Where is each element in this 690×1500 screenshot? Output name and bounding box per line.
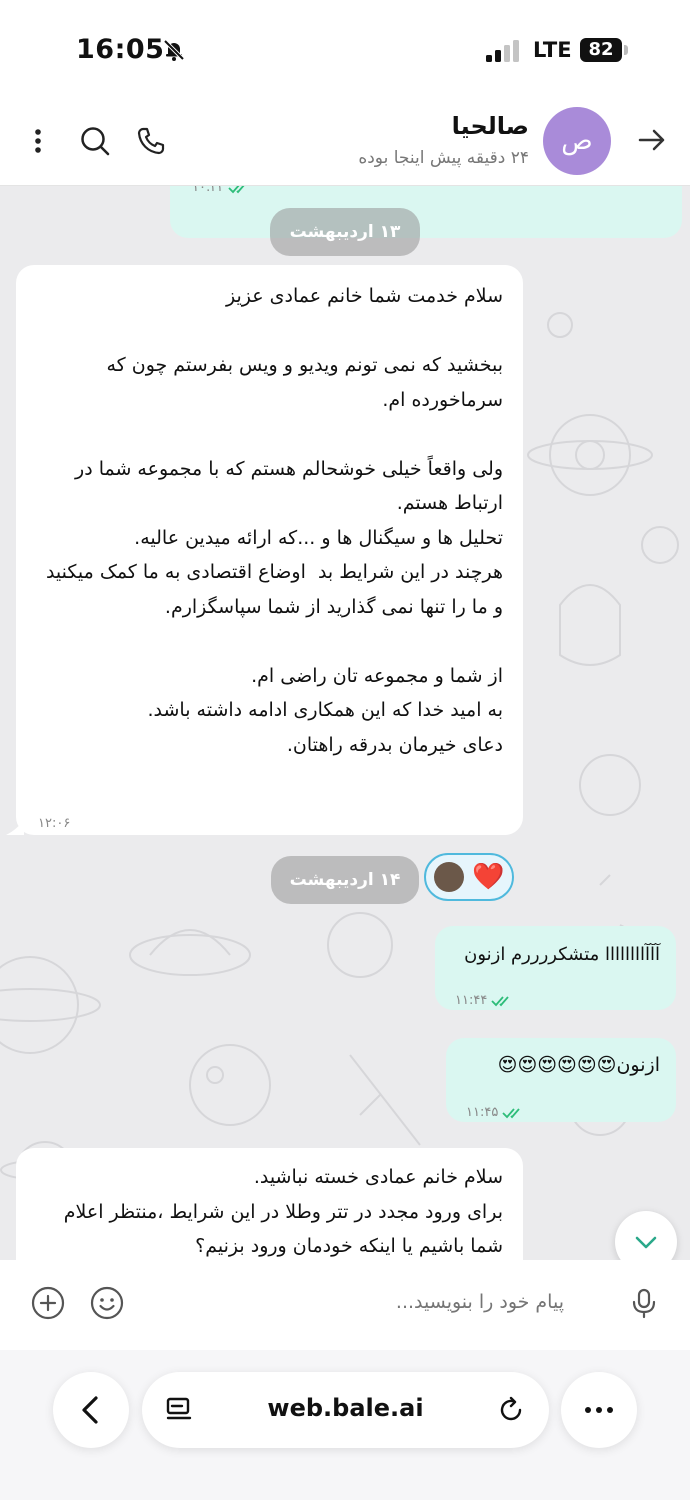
chevron-down-icon: [635, 1236, 657, 1249]
search-icon[interactable]: [78, 124, 112, 158]
signal-icon: [486, 40, 519, 62]
message-text: سلام خانم عمادی خسته نباشید. برای ورود م…: [63, 1166, 503, 1257]
battery-icon: [624, 45, 628, 55]
message-time: ۱۲:۰۶: [38, 816, 71, 831]
message-text: ازنون😍😍😍😍😍😍: [497, 1054, 660, 1076]
message-text: آآآاااااااا متشکررررم ازنون: [464, 944, 660, 965]
message-time: ۱۱:۴۴: [455, 993, 488, 1008]
more-horizontal-icon: [585, 1407, 613, 1413]
message-text: سلام خدمت شما خانم عمادی عزیز ببخشید که …: [45, 285, 503, 756]
bubble-tail: [6, 819, 24, 835]
status-time: 16:05: [76, 34, 165, 65]
microphone-icon[interactable]: [627, 1286, 661, 1320]
browser-menu-button[interactable]: [561, 1372, 637, 1448]
url-text: web.bale.ai: [267, 1394, 424, 1422]
message-input[interactable]: [282, 1290, 566, 1314]
message-time: ۱۰:۳۴: [192, 185, 225, 195]
avatar[interactable]: ص: [543, 107, 611, 175]
message-bubble-incoming[interactable]: سلام خانم عمادی خسته نباشید. برای ورود م…: [16, 1148, 523, 1260]
emoji-icon[interactable]: [90, 1286, 124, 1320]
more-vertical-icon[interactable]: [21, 124, 55, 158]
double-check-icon: [491, 996, 509, 1007]
message-bubble-outgoing[interactable]: ازنون😍😍😍😍😍😍 ۱۱:۴۵: [446, 1038, 676, 1122]
reaction-heart: ❤️: [472, 862, 505, 892]
last-seen-status: ۲۴ دقیقه پیش اینجا بوده: [358, 148, 529, 168]
message-bubble-incoming[interactable]: سلام خدمت شما خانم عمادی عزیز ببخشید که …: [16, 265, 523, 901]
reaction-chip[interactable]: ❤️: [424, 853, 514, 901]
message-time: ۱۱:۴۵: [466, 1105, 499, 1120]
address-bar[interactable]: web.bale.ai: [142, 1372, 549, 1448]
chat-area[interactable]: ۱۰:۳۴ ❤ ۱۳ اردیبهشت سلام خدمت شما خانم ع…: [0, 185, 690, 1260]
scroll-to-bottom-button[interactable]: [615, 1211, 677, 1260]
battery-level: 82: [580, 38, 622, 62]
back-arrow-icon[interactable]: [636, 124, 668, 156]
add-attachment-icon[interactable]: [31, 1286, 65, 1320]
silent-bell-icon: [163, 39, 185, 61]
message-bubble-outgoing[interactable]: ۱۰:۳۴ ❤: [170, 185, 682, 238]
message-bubble-outgoing[interactable]: آآآاااااااا متشکررررم ازنون ۱۱:۴۴: [435, 926, 676, 1010]
reload-icon[interactable]: [496, 1395, 526, 1425]
reactor-avatar: [434, 862, 464, 892]
chat-title[interactable]: صالحیا: [452, 112, 529, 140]
phone-icon[interactable]: [134, 124, 168, 158]
chevron-left-icon: [82, 1396, 98, 1424]
network-type: LTE: [533, 38, 572, 62]
double-check-icon: [502, 1108, 520, 1119]
date-separator: ۱۴ اردیبهشت: [271, 856, 419, 904]
double-check-icon: [228, 185, 246, 194]
browser-back-button[interactable]: [53, 1372, 129, 1448]
date-separator: ۱۳ اردیبهشت: [270, 208, 420, 256]
